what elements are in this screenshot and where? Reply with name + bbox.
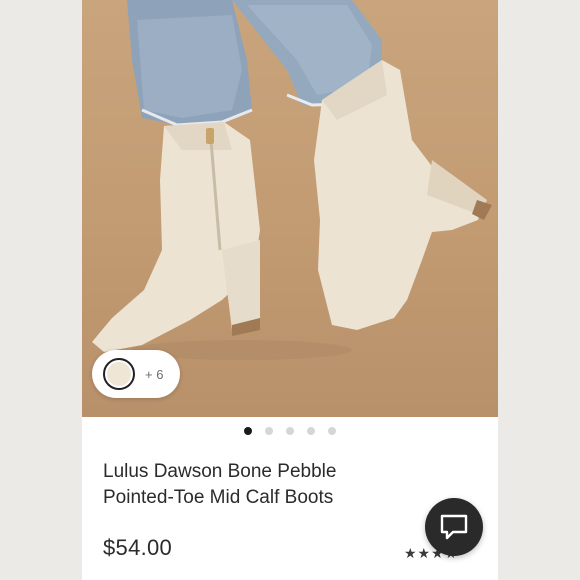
product-title-line2: Pointed-Toe Mid Calf Boots <box>103 487 334 508</box>
swatch-color <box>107 362 131 386</box>
product-image[interactable]: + 6 <box>82 0 498 417</box>
selected-swatch[interactable] <box>103 358 135 390</box>
left-margin <box>0 0 82 580</box>
carousel-dot[interactable] <box>244 427 252 435</box>
color-swatch-selector[interactable]: + 6 <box>92 350 180 398</box>
carousel-dot[interactable] <box>307 427 315 435</box>
right-margin <box>498 0 580 580</box>
carousel-dot[interactable] <box>328 427 336 435</box>
product-title-line1: Lulus Dawson Bone Pebble <box>103 461 337 482</box>
product-title: Lulus Dawson Bone Pebble Pointed-Toe Mid… <box>103 459 423 511</box>
carousel-dots <box>82 427 498 435</box>
more-colors-count[interactable]: + 6 <box>145 367 163 382</box>
product-price: $54.00 <box>103 535 173 560</box>
carousel-dot[interactable] <box>286 427 294 435</box>
carousel-dot[interactable] <box>265 427 273 435</box>
chat-button[interactable] <box>425 498 483 556</box>
chat-icon <box>440 514 468 540</box>
product-card: + 6 Lulus Dawson Bone Pebble Pointed-Toe… <box>82 0 498 580</box>
